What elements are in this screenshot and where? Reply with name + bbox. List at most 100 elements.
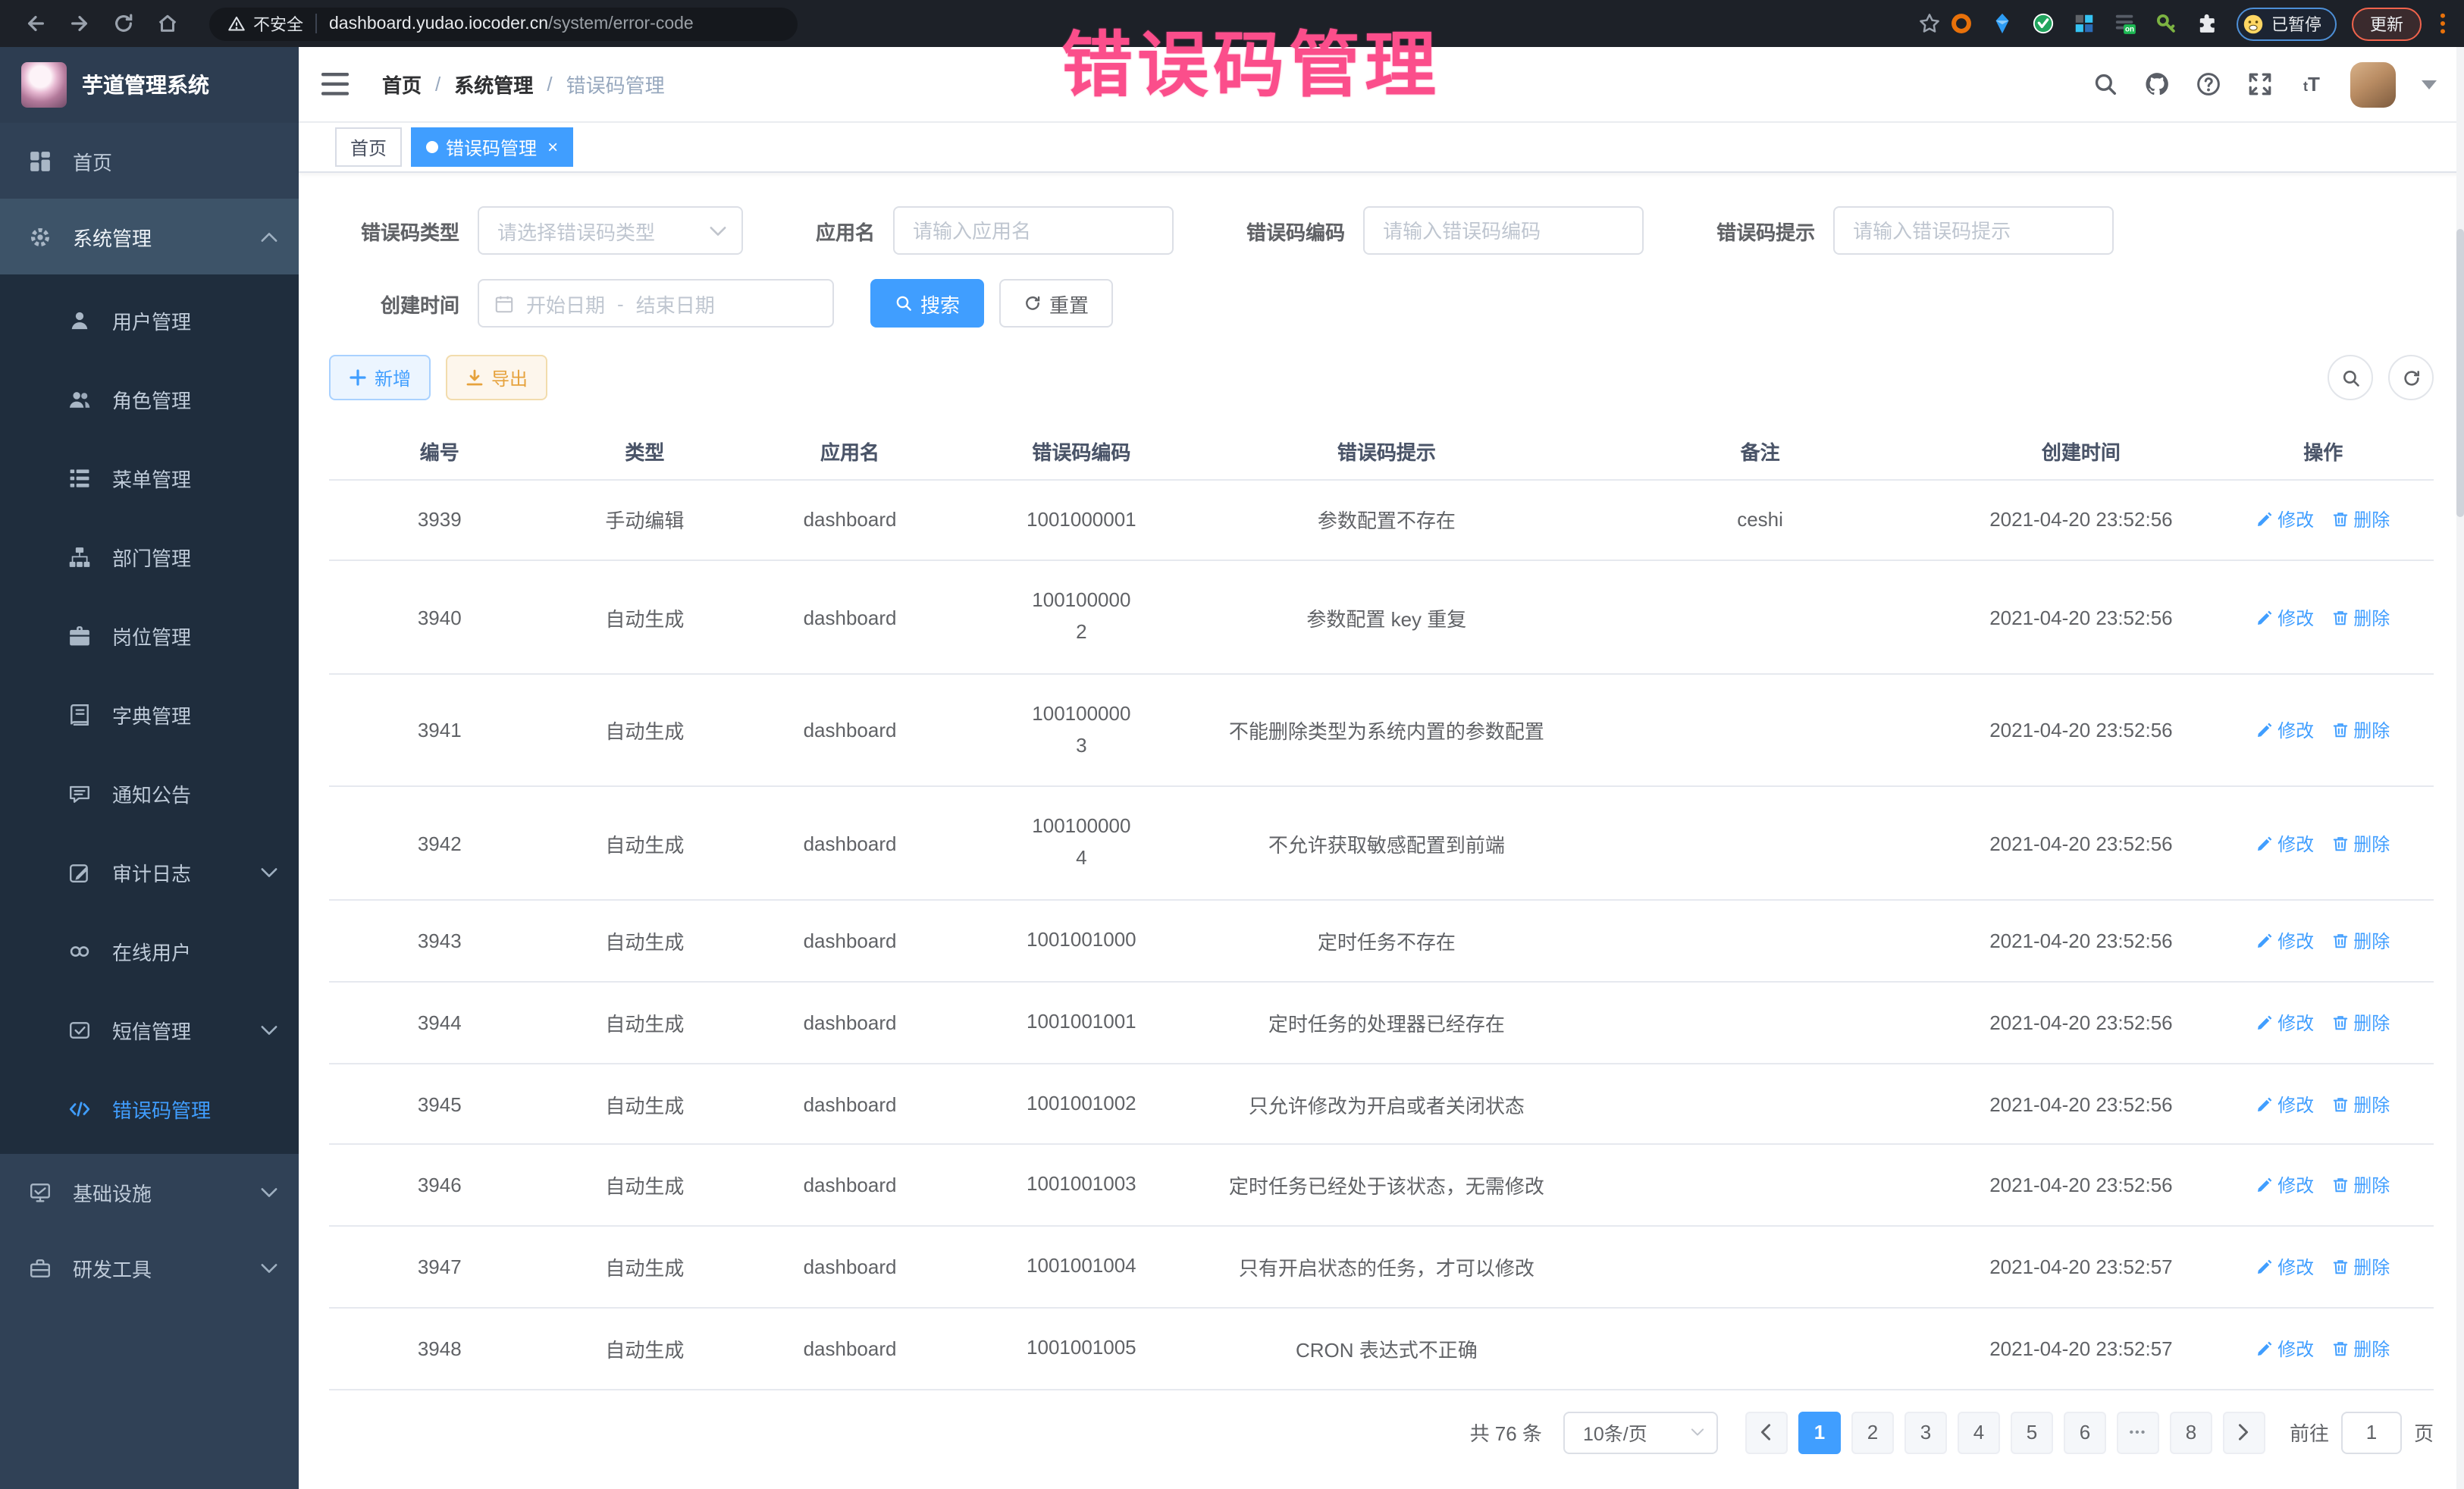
- edit-button[interactable]: 修改: [2256, 831, 2314, 857]
- goto-page-input[interactable]: [2341, 1412, 2402, 1454]
- delete-button[interactable]: 删除: [2332, 1010, 2390, 1036]
- tab-inactive[interactable]: 首页: [335, 127, 402, 167]
- delete-button[interactable]: 删除: [2332, 1173, 2390, 1199]
- kebab-menu-icon[interactable]: [2440, 12, 2446, 35]
- app-name-input[interactable]: [893, 206, 1174, 255]
- page-scrollbar[interactable]: [2456, 47, 2464, 1489]
- sidebar-item-system-management[interactable]: 系统管理: [0, 199, 299, 274]
- sidebar-item-menu-management[interactable]: 菜单管理: [0, 438, 299, 517]
- edit-button[interactable]: 修改: [2256, 1336, 2314, 1362]
- cell-hint: 只有开启状态的任务，才可以修改: [1202, 1227, 1571, 1309]
- show-search-button[interactable]: [2328, 355, 2373, 400]
- github-icon[interactable]: [2144, 71, 2170, 97]
- delete-button[interactable]: 删除: [2332, 507, 2390, 533]
- breadcrumb-item[interactable]: 首页: [382, 70, 422, 99]
- page-ellipsis-button[interactable]: •••: [2117, 1412, 2159, 1454]
- sidebar-item-dev-tools[interactable]: 研发工具: [0, 1230, 299, 1306]
- close-tab-icon[interactable]: ×: [547, 138, 558, 156]
- question-icon[interactable]: [2196, 71, 2221, 97]
- sidebar-item-dept-management[interactable]: 部门管理: [0, 517, 299, 596]
- edit-button[interactable]: 修改: [2256, 604, 2314, 630]
- address-bar[interactable]: 不安全 dashboard.yudao.iocoder.cn/system/er…: [209, 7, 798, 40]
- edit-button[interactable]: 修改: [2256, 1091, 2314, 1117]
- sidebar-item-sms-management[interactable]: 短信管理: [0, 990, 299, 1069]
- sidebar-item-dict-management[interactable]: 字典管理: [0, 675, 299, 754]
- page-button-5[interactable]: 5: [2011, 1412, 2053, 1454]
- sidebar-item-label: 首页: [73, 146, 112, 175]
- sidebar-item-error-code-management[interactable]: 错误码管理: [0, 1069, 299, 1148]
- bookmark-star-icon[interactable]: [1918, 12, 1941, 35]
- error-type-select[interactable]: 请选择错误码类型: [478, 206, 743, 255]
- blue-gem-icon[interactable]: [1991, 12, 2014, 35]
- scrollbar-thumb[interactable]: [2456, 229, 2464, 517]
- create-time-range-picker[interactable]: 开始日期 - 结束日期: [478, 279, 834, 328]
- security-label[interactable]: 不安全: [227, 11, 303, 36]
- back-icon[interactable]: [24, 12, 47, 35]
- error-hint-input[interactable]: [1833, 206, 2114, 255]
- grid-icon[interactable]: [2073, 12, 2096, 35]
- forward-icon[interactable]: [68, 12, 91, 35]
- page-size-select[interactable]: 10条/页: [1563, 1412, 1718, 1454]
- delete-button[interactable]: 删除: [2332, 928, 2390, 954]
- page-button-2[interactable]: 2: [1851, 1412, 1894, 1454]
- edit-button[interactable]: 修改: [2256, 1010, 2314, 1036]
- prev-page-button[interactable]: [1745, 1412, 1788, 1454]
- fullscreen-icon[interactable]: [2247, 71, 2273, 97]
- delete-button[interactable]: 删除: [2332, 1254, 2390, 1280]
- page-button-3[interactable]: 3: [1904, 1412, 1947, 1454]
- sidebar-item-infrastructure[interactable]: 基础设施: [0, 1154, 299, 1230]
- sidebar-item-user-management[interactable]: 用户管理: [0, 281, 299, 359]
- delete-button[interactable]: 删除: [2332, 717, 2390, 743]
- hamburger-icon[interactable]: [321, 73, 349, 96]
- add-button[interactable]: 新增: [329, 355, 431, 400]
- orange-ring-icon[interactable]: [1950, 12, 1973, 35]
- search-icon[interactable]: [2093, 71, 2118, 97]
- page-button-8[interactable]: 8: [2170, 1412, 2212, 1454]
- reload-icon[interactable]: [112, 12, 135, 35]
- sidebar-item-notice[interactable]: 通知公告: [0, 754, 299, 832]
- edit-button[interactable]: 修改: [2256, 1173, 2314, 1199]
- cell-id: 3943: [329, 900, 550, 982]
- refresh-table-button[interactable]: [2388, 355, 2434, 400]
- puzzle-icon[interactable]: [2196, 12, 2218, 35]
- avatar[interactable]: [2350, 61, 2396, 107]
- home-icon[interactable]: [156, 12, 179, 35]
- breadcrumb-item[interactable]: 系统管理: [454, 70, 533, 99]
- sidebar-item-post-management[interactable]: 岗位管理: [0, 596, 299, 675]
- page-button-6[interactable]: 6: [2064, 1412, 2106, 1454]
- browser-update-button[interactable]: 更新: [2352, 7, 2422, 40]
- page-button-4[interactable]: 4: [1958, 1412, 2000, 1454]
- delete-button[interactable]: 删除: [2332, 831, 2390, 857]
- sidebar-item-home[interactable]: 首页: [0, 123, 299, 199]
- next-page-button[interactable]: [2223, 1412, 2265, 1454]
- edit-button-label: 修改: [2277, 507, 2314, 533]
- delete-button[interactable]: 删除: [2332, 1336, 2390, 1362]
- reset-button[interactable]: 重置: [999, 279, 1113, 328]
- extension-paused-badge[interactable]: 已暂停: [2237, 7, 2337, 40]
- edit-button[interactable]: 修改: [2256, 1254, 2314, 1280]
- cell-actions: 修改删除: [2212, 1227, 2434, 1309]
- sidebar-item-role-management[interactable]: 角色管理: [0, 359, 299, 438]
- green-check-icon[interactable]: [2032, 12, 2055, 35]
- export-button[interactable]: 导出: [446, 355, 547, 400]
- edit-button[interactable]: 修改: [2256, 507, 2314, 533]
- page-button-1[interactable]: 1: [1798, 1412, 1841, 1454]
- caret-down-icon[interactable]: [2422, 80, 2437, 89]
- on-badge-icon[interactable]: on: [2114, 12, 2136, 35]
- delete-button[interactable]: 删除: [2332, 604, 2390, 630]
- edit-icon: [2256, 1177, 2273, 1194]
- edit-button[interactable]: 修改: [2256, 928, 2314, 954]
- font-size-icon[interactable]: tT: [2299, 71, 2324, 97]
- sidebar-item-online-user[interactable]: 在线用户: [0, 911, 299, 990]
- cell-remark: [1571, 900, 1950, 982]
- search-button[interactable]: 搜索: [870, 279, 984, 328]
- green-key-icon[interactable]: [2155, 12, 2177, 35]
- edit-button[interactable]: 修改: [2256, 717, 2314, 743]
- delete-icon: [2332, 722, 2349, 738]
- error-code-input[interactable]: [1363, 206, 1644, 255]
- delete-button[interactable]: 删除: [2332, 1091, 2390, 1117]
- tab-active[interactable]: 错误码管理×: [411, 127, 573, 167]
- app-logo-row[interactable]: 芋道管理系统: [0, 47, 299, 123]
- sidebar-item-audit-log[interactable]: 审计日志: [0, 832, 299, 911]
- download-icon: [466, 368, 484, 387]
